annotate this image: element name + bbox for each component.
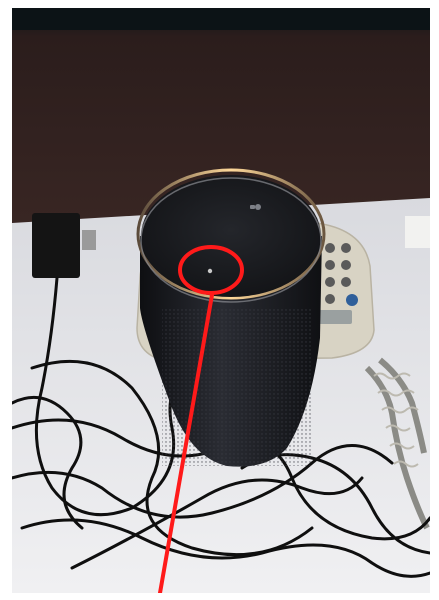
microphone-hole (207, 268, 213, 274)
wall-socket (405, 216, 430, 248)
adapter-plug (82, 230, 96, 250)
speaker-top (141, 175, 321, 297)
photo (12, 8, 430, 593)
wall-top-strip (12, 8, 430, 30)
power-adapter (32, 213, 80, 278)
